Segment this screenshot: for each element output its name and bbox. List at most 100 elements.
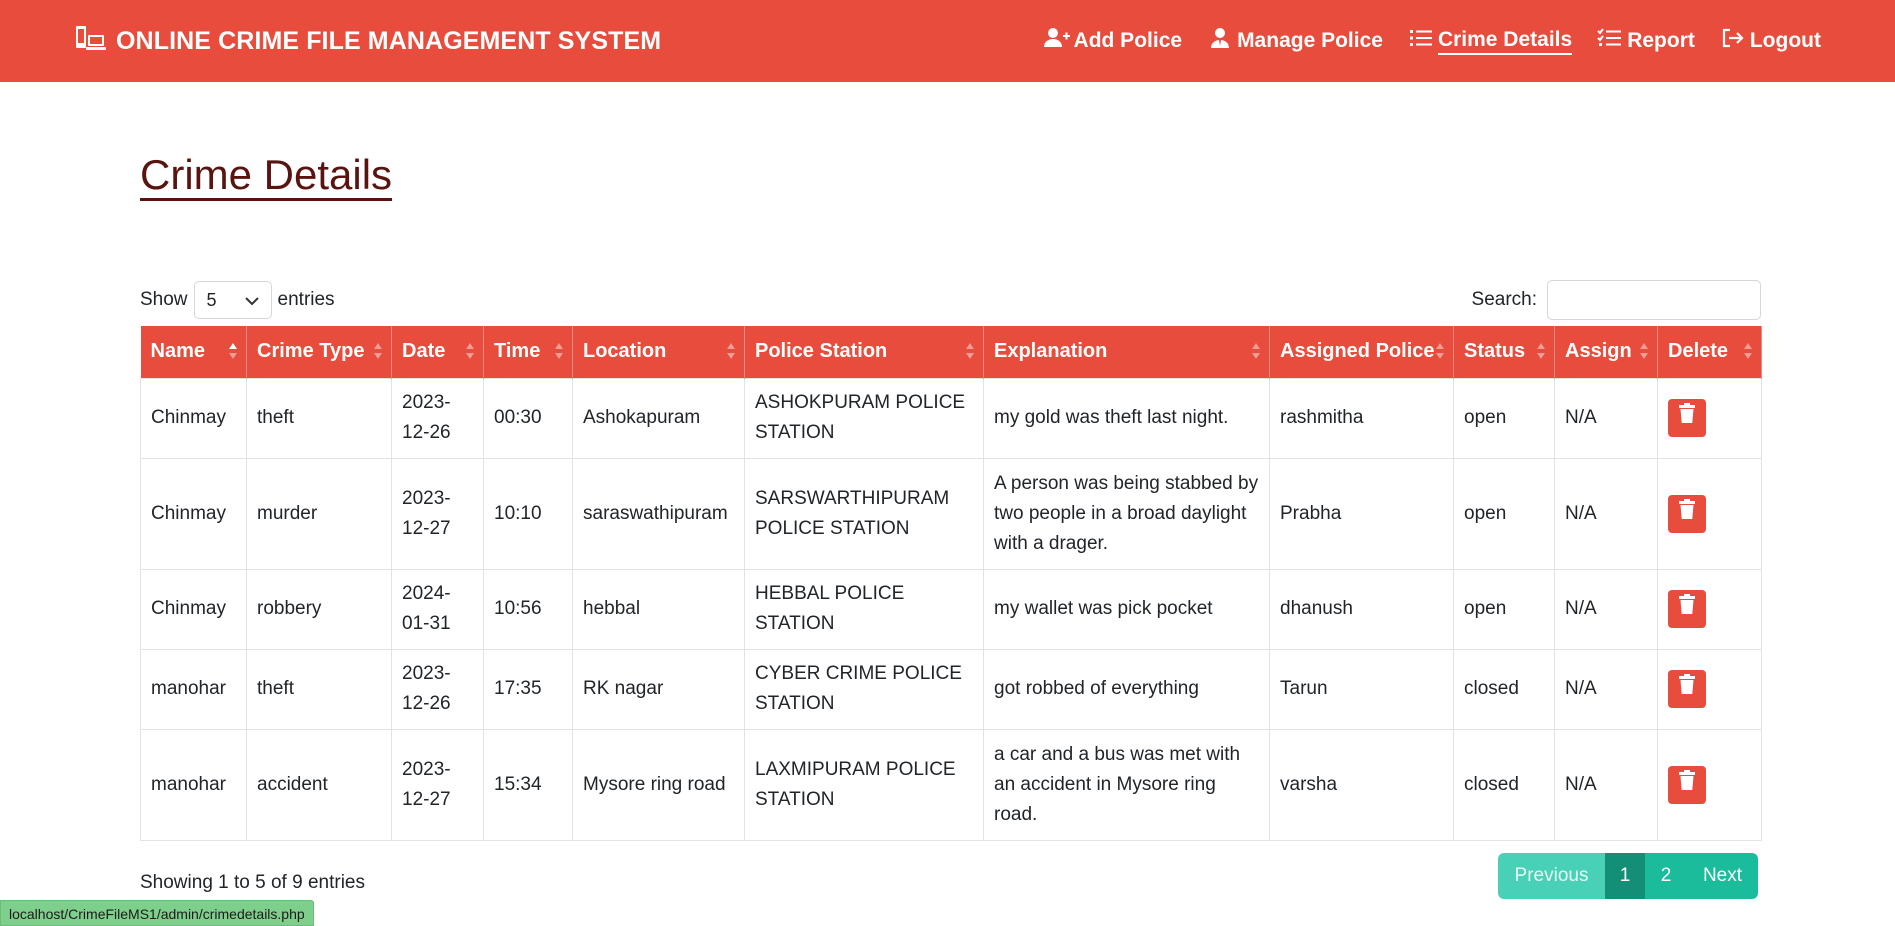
main-nav: Add Police Manage Police Crime Details R…	[1043, 27, 1821, 55]
sort-icon	[1640, 343, 1648, 361]
cell-explanation: a car and a bus was met with an accident…	[983, 728, 1270, 841]
col-label: Delete	[1668, 340, 1729, 363]
cell-status: open	[1453, 377, 1555, 459]
nav-manage-police[interactable]: Manage Police	[1207, 27, 1383, 55]
pagination-page-1[interactable]: 1	[1605, 853, 1645, 899]
cell-date: 2023-12-26	[391, 377, 484, 459]
nav-logout-label: Logout	[1749, 29, 1821, 52]
col-label: Status	[1464, 340, 1526, 363]
cell-name: manohar	[140, 728, 247, 841]
col-assigned-police[interactable]: Assigned Police	[1269, 326, 1454, 378]
cell-assign: N/A	[1554, 568, 1658, 650]
table-row: manohar theft 2023-12-26 17:35 RK nagar …	[140, 648, 1762, 730]
trash-icon	[1679, 594, 1695, 624]
page-length-control: Show 5 entries	[140, 281, 335, 319]
cell-police-station: ASHOKPURAM POLICE STATION	[744, 377, 984, 459]
cell-assigned-police: dhanush	[1269, 568, 1454, 650]
table-row: Chinmay theft 2023-12-26 00:30 Ashokapur…	[140, 377, 1762, 459]
col-assign[interactable]: Assign	[1554, 326, 1658, 378]
top-navbar: ONLINE CRIME FILE MANAGEMENT SYSTEM Add …	[0, 0, 1895, 82]
col-time[interactable]: Time	[483, 326, 573, 378]
cell-explanation: my wallet was pick pocket	[983, 568, 1270, 650]
col-label: Assigned Police	[1280, 340, 1435, 363]
col-date[interactable]: Date	[391, 326, 484, 378]
cell-name: Chinmay	[140, 568, 247, 650]
col-police-station[interactable]: Police Station	[744, 326, 984, 378]
cell-crime-type: robbery	[246, 568, 392, 650]
nav-crime-details[interactable]: Crime Details	[1408, 27, 1573, 55]
search-input[interactable]	[1547, 280, 1761, 320]
col-label: Crime Type	[257, 340, 365, 363]
pagination-page-2[interactable]: 2	[1645, 853, 1687, 899]
cell-assigned-police: rashmitha	[1269, 377, 1454, 459]
cell-name: manohar	[140, 648, 247, 730]
user-tie-icon	[1207, 27, 1233, 55]
col-label: Police Station	[755, 340, 888, 363]
col-label: Explanation	[994, 340, 1108, 363]
sort-icon	[555, 343, 563, 361]
cell-location: hebbal	[572, 568, 745, 650]
delete-button[interactable]	[1668, 670, 1706, 708]
table-info: Showing 1 to 5 of 9 entries	[140, 872, 365, 893]
cell-date: 2023-12-27	[391, 457, 484, 570]
col-delete[interactable]: Delete	[1657, 326, 1762, 378]
col-label: Date	[402, 340, 446, 363]
delete-button[interactable]	[1668, 399, 1706, 437]
show-label: Show	[140, 289, 188, 310]
cell-crime-type: theft	[246, 648, 392, 730]
delete-button[interactable]	[1668, 765, 1706, 804]
search-label: Search:	[1471, 289, 1537, 310]
col-name[interactable]: Name	[140, 326, 247, 378]
cell-location: RK nagar	[572, 648, 745, 730]
cell-assigned-police: Tarun	[1269, 648, 1454, 730]
trash-icon	[1679, 769, 1695, 800]
col-location[interactable]: Location	[572, 326, 745, 378]
cell-explanation: my gold was theft last night.	[983, 377, 1270, 459]
nav-report[interactable]: Report	[1597, 27, 1695, 55]
chevron-down-icon	[244, 290, 259, 311]
app-title: ONLINE CRIME FILE MANAGEMENT SYSTEM	[116, 26, 662, 55]
sort-icon	[374, 343, 382, 361]
sort-icon	[1537, 343, 1545, 361]
col-explanation[interactable]: Explanation	[983, 326, 1270, 378]
col-label: Name	[150, 340, 205, 363]
cell-explanation: got robbed of everything	[983, 648, 1270, 730]
cell-assign: N/A	[1554, 457, 1658, 570]
cell-police-station: CYBER CRIME POLICE STATION	[744, 648, 984, 730]
cell-explanation: A person was being stabbed by two people…	[983, 457, 1270, 570]
trash-icon	[1679, 498, 1695, 529]
search-control: Search:	[1472, 280, 1761, 320]
nav-manage-police-label: Manage Police	[1237, 29, 1383, 52]
table-row: manohar accident 2023-12-27 15:34 Mysore…	[140, 728, 1762, 841]
page-title: Crime Details	[140, 152, 393, 202]
cell-assign: N/A	[1554, 728, 1658, 841]
nav-report-label: Report	[1627, 29, 1695, 52]
cell-delete	[1657, 377, 1762, 459]
col-label: Assign	[1565, 340, 1632, 363]
cell-location: saraswathipuram	[572, 457, 745, 570]
cell-status: open	[1453, 457, 1555, 570]
nav-add-police-label: Add Police	[1073, 29, 1183, 52]
cell-police-station: LAXMIPURAM POLICE STATION	[744, 728, 984, 841]
col-label: Time	[494, 340, 541, 363]
cell-delete	[1657, 728, 1762, 841]
nav-logout[interactable]: Logout	[1720, 27, 1821, 55]
delete-button[interactable]	[1668, 590, 1706, 628]
brand[interactable]: ONLINE CRIME FILE MANAGEMENT SYSTEM	[74, 23, 661, 60]
pagination-previous[interactable]: Previous	[1498, 853, 1605, 899]
browser-status-url: localhost/CrimeFileMS1/admin/crimedetail…	[0, 900, 314, 926]
cell-assigned-police: Prabha	[1269, 457, 1454, 570]
crime-table: Name Crime Type Date Time Location Polic…	[140, 326, 1762, 841]
logout-icon	[1720, 27, 1746, 55]
sort-icon	[966, 343, 974, 361]
nav-add-police[interactable]: Add Police	[1043, 27, 1183, 55]
cell-delete	[1657, 457, 1762, 570]
delete-button[interactable]	[1668, 494, 1706, 533]
col-status[interactable]: Status	[1453, 326, 1555, 378]
entries-label: entries	[277, 289, 335, 310]
pagination-next[interactable]: Next	[1687, 853, 1758, 899]
cell-date: 2023-12-27	[391, 728, 484, 841]
table-row: Chinmay robbery 2024-01-31 10:56 hebbal …	[140, 568, 1762, 650]
page-length-select[interactable]: 5	[193, 281, 272, 319]
col-crime-type[interactable]: Crime Type	[246, 326, 392, 378]
